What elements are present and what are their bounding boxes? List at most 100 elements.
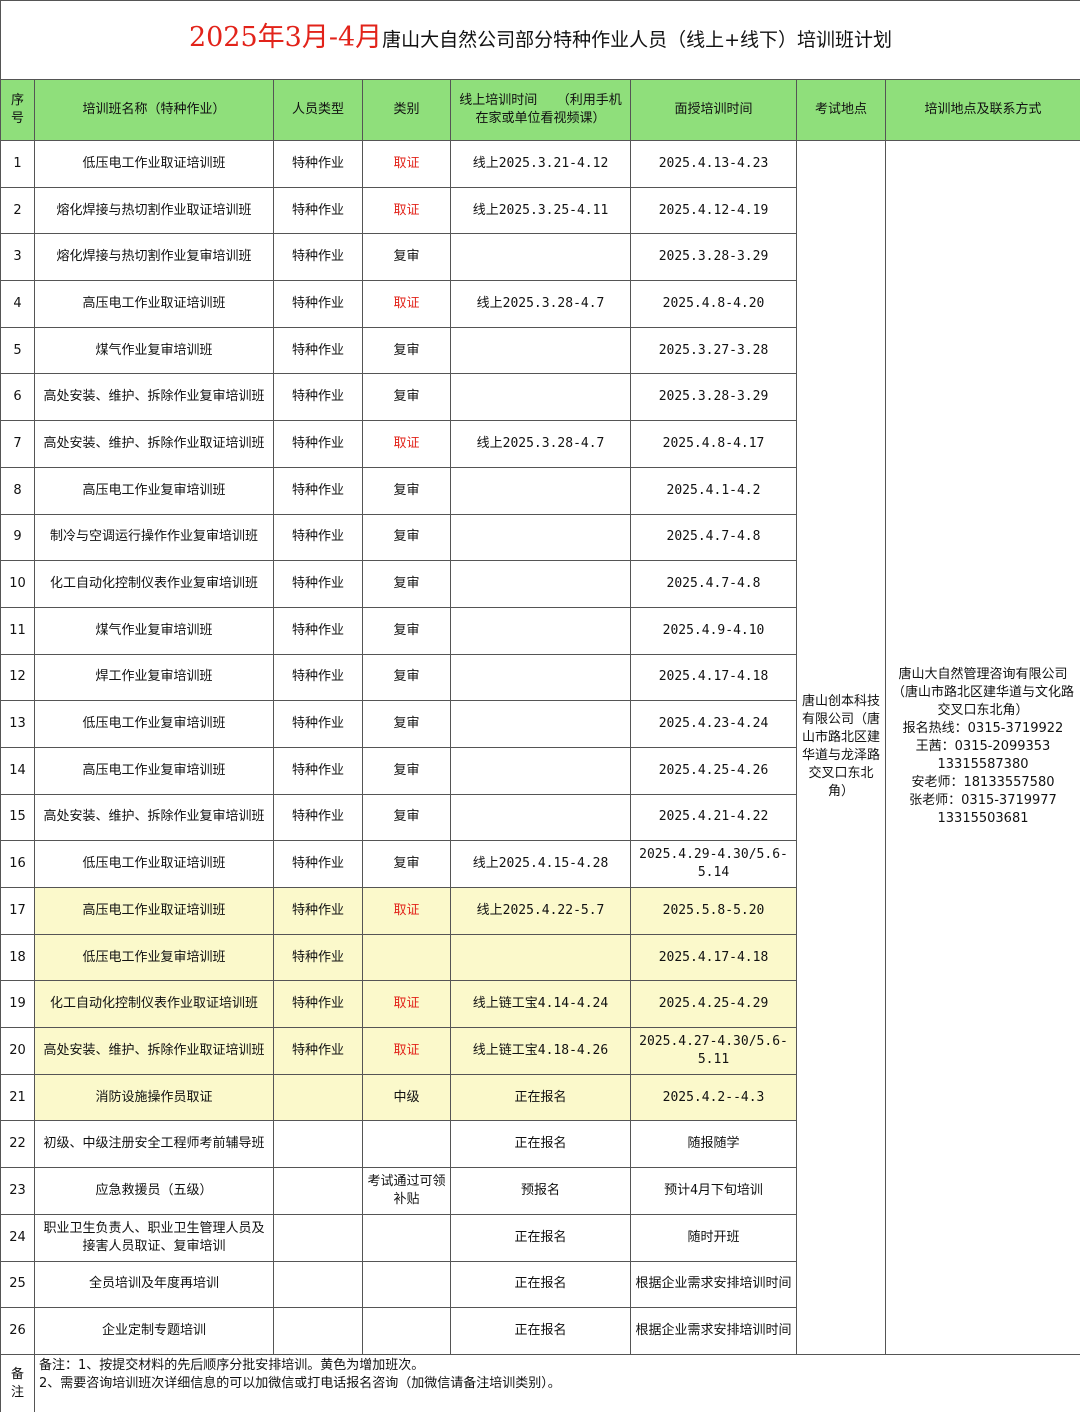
category: 复审 [362,746,451,795]
offline-time: 随时开班 [630,1213,797,1262]
note-text: 备注：1、按提交材料的先后顺序分批安排培训。黄色为增加班次。 2、需要咨询培训班次… [34,1353,1080,1412]
category [362,933,451,982]
exam-location: 唐山创本科技有限公司（唐山市路北区建华道与龙泽路交叉口东北角） [796,140,886,1355]
row-number: 17 [0,887,35,935]
row-number: 11 [0,606,35,655]
personnel-type: 特种作业 [273,326,363,375]
row-number: 26 [0,1307,35,1355]
online-time: 线上2025.3.21-4.12 [450,140,631,188]
personnel-type: 特种作业 [273,606,363,655]
course-name: 高处安装、维护、拆除作业复审培训班 [34,373,274,422]
header-online: 线上培训时间 （利用手机在家或单位看视频课） [450,79,631,141]
course-name: 高处安装、维护、拆除作业取证培训班 [34,420,274,468]
category: 复审 [362,373,451,422]
category [362,1213,451,1262]
offline-time: 2025.4.1-4.2 [630,466,797,515]
page-title: 2025年3月-4月唐山大自然公司部分特种作业人员（线上+线下）培训班计划 [0,0,1080,80]
online-time: 线上2025.4.15-4.28 [450,840,631,888]
personnel-type: 特种作业 [273,840,363,888]
personnel-type: 特种作业 [273,700,363,748]
offline-time: 2025.3.28-3.29 [630,373,797,422]
course-name: 高处安装、维护、拆除作业复审培训班 [34,793,274,842]
online-time: 线上链工宝4.18-4.26 [450,1027,631,1075]
category [362,1307,451,1355]
personnel-type [273,1213,363,1262]
personnel-type: 特种作业 [273,233,363,282]
online-time: 正在报名 [450,1120,631,1169]
personnel-type: 特种作业 [273,980,363,1029]
header-ptype: 人员类型 [273,79,363,141]
personnel-type [273,1307,363,1355]
category: 复审 [362,700,451,748]
contact-an: 安老师：18133557580 [911,775,1055,791]
row-number: 13 [0,700,35,748]
course-name: 煤气作业复审培训班 [34,326,274,375]
online-time: 线上2025.4.22-5.7 [450,887,631,935]
row-number: 6 [0,373,35,422]
online-time [450,560,631,608]
offline-time: 2025.4.17-4.18 [630,933,797,982]
course-name: 低压电工作业复审培训班 [34,700,274,748]
course-name: 制冷与空调运行操作作业复审培训班 [34,513,274,562]
category: 复审 [362,466,451,515]
category: 复审 [362,793,451,842]
row-number: 2 [0,186,35,235]
online-time [450,700,631,748]
note-line1: 备注：1、按提交材料的先后顺序分批安排培训。黄色为增加班次。 [39,1357,425,1373]
category: 复审 [362,840,451,888]
personnel-type: 特种作业 [273,653,363,702]
personnel-type [273,1260,363,1309]
personnel-type [273,1073,363,1122]
personnel-type: 特种作业 [273,1027,363,1075]
course-name: 应急救援员（五级） [34,1167,274,1215]
online-time: 正在报名 [450,1213,631,1262]
course-name: 低压电工作业取证培训班 [34,840,274,888]
online-time [450,233,631,282]
row-number: 9 [0,513,35,562]
offline-time: 2025.4.23-4.24 [630,700,797,748]
row-number: 12 [0,653,35,702]
header-no: 序号 [0,79,35,141]
offline-time: 预计4月下旬培训 [630,1167,797,1215]
category: 取证 [362,887,451,935]
personnel-type: 特种作业 [273,887,363,935]
online-time: 正在报名 [450,1260,631,1309]
online-time: 正在报名 [450,1073,631,1122]
personnel-type [273,1120,363,1169]
offline-time: 2025.3.28-3.29 [630,233,797,282]
course-name: 熔化焊接与热切割作业复审培训班 [34,233,274,282]
online-time [450,606,631,655]
row-number: 25 [0,1260,35,1309]
offline-time: 2025.4.9-4.10 [630,606,797,655]
contact-zhang-mobile: 13315503681 [937,811,1029,827]
course-name: 低压电工作业取证培训班 [34,140,274,188]
row-number: 10 [0,560,35,608]
category: 取证 [362,280,451,328]
row-number: 19 [0,980,35,1029]
contact-wang-mobile: 13315587380 [937,757,1029,773]
offline-time: 随报随学 [630,1120,797,1169]
note-line2: 2、需要咨询培训班次详细信息的可以加微信或打电话报名咨询（加微信请备注培训类别）… [39,1375,561,1391]
category: 取证 [362,420,451,468]
row-number: 23 [0,1167,35,1215]
online-time [450,653,631,702]
row-number: 14 [0,746,35,795]
personnel-type [273,1167,363,1215]
offline-time: 2025.5.8-5.20 [630,887,797,935]
category: 复审 [362,326,451,375]
offline-time: 2025.4.2--4.3 [630,1073,797,1122]
category: 复审 [362,233,451,282]
row-number: 3 [0,233,35,282]
category: 取证 [362,1027,451,1075]
online-time: 预报名 [450,1167,631,1215]
header-exam-location: 考试地点 [796,79,886,141]
personnel-type: 特种作业 [273,280,363,328]
course-name: 初级、中级注册安全工程师考前辅导班 [34,1120,274,1169]
online-time [450,793,631,842]
personnel-type: 特种作业 [273,513,363,562]
offline-time: 2025.4.27-4.30/5.6-5.11 [630,1027,797,1075]
personnel-type: 特种作业 [273,140,363,188]
offline-time: 2025.4.8-4.17 [630,420,797,468]
online-time [450,746,631,795]
course-name: 高压电工作业复审培训班 [34,466,274,515]
